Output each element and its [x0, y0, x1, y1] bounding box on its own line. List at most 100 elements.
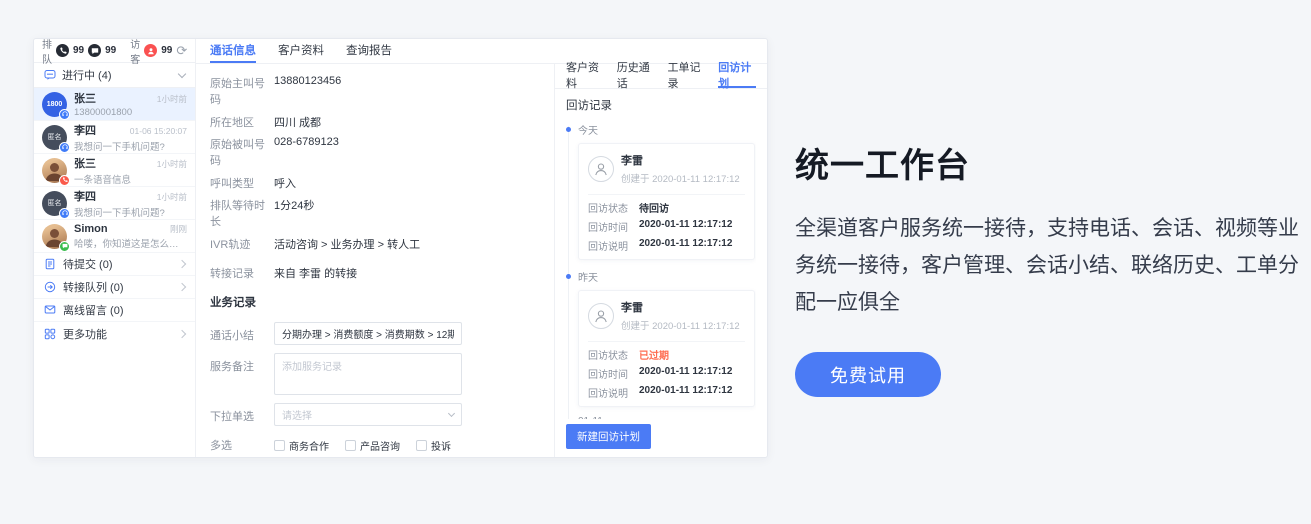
- conversation-time: 1小时前: [157, 158, 187, 170]
- headset-badge-icon: [59, 142, 70, 153]
- bubble-icon: [44, 69, 56, 81]
- refresh-icon[interactable]: ⟳: [176, 44, 187, 57]
- conversation-time: 01-06 15:20:07: [130, 126, 187, 136]
- field-label: 转接记录: [210, 265, 274, 281]
- conversation-snippet: 13800001800: [74, 107, 187, 118]
- tab-query-report[interactable]: 查询报告: [346, 39, 392, 63]
- tab-call-history[interactable]: 历史通话: [617, 64, 655, 88]
- single-select-dropdown[interactable]: 请选择: [274, 403, 462, 426]
- tab-customer-profile[interactable]: 客户资料: [278, 39, 324, 63]
- hero-section: 统一工作台 全渠道客户服务统一接待，支持电话、会话、视频等业务统一接待，客户管理…: [795, 138, 1307, 397]
- sidebar-item-transfer-queue[interactable]: 转接队列 (0): [34, 276, 195, 299]
- visit-card: 李雷创建于 2020-01-11 12:17:12 回访状态已过期 回访时间20…: [578, 290, 755, 407]
- sidebar-item-pending-submit[interactable]: 待提交 (0): [34, 253, 195, 276]
- free-trial-button[interactable]: 免费试用: [795, 352, 941, 397]
- visit-status-label: 回访状态: [588, 347, 632, 362]
- timeline-date: 昨天: [578, 269, 598, 284]
- visit-card: 李雷创建于 2020-01-11 12:17:12 回访状态待回访 回访时间20…: [578, 143, 755, 260]
- transfer-icon: [44, 281, 56, 293]
- section-title-business-record: 业务记录: [210, 294, 540, 310]
- visit-records-title: 回访记录: [566, 97, 756, 113]
- contact-name: 李四: [74, 188, 96, 204]
- field-label: 原始主叫号码: [210, 75, 274, 107]
- avatar: [42, 158, 67, 183]
- field-label: 排队等待时长: [210, 197, 274, 229]
- conversation-item[interactable]: 1800 张三 1小时前 13800001800: [34, 88, 195, 121]
- call-info-form: 原始主叫号码13880123456 所在地区四川 成都 原始被叫号码028-67…: [196, 64, 554, 457]
- sidebar-item-label: 转接队列 (0): [63, 279, 124, 295]
- sidebar-item-offline-messages[interactable]: 离线留言 (0): [34, 299, 195, 322]
- checkbox-business-cooperation[interactable]: 商务合作: [274, 438, 329, 453]
- contact-name: 李四: [74, 122, 96, 138]
- conversation-time: 刚刚: [170, 223, 187, 235]
- field-label: 原始被叫号码: [210, 136, 274, 168]
- call-summary-input[interactable]: [274, 322, 462, 345]
- chevron-down-icon: [178, 69, 186, 77]
- main-panel: 通话信息 客户资料 查询报告 原始主叫号码13880123456 所在地区四川 …: [196, 39, 767, 457]
- field-value: 来自 李雷 的转接: [274, 265, 357, 281]
- tab-customer-profile-sub[interactable]: 客户资料: [566, 64, 604, 88]
- field-label: 通话小结: [210, 322, 274, 343]
- visit-contact-name: 李雷: [621, 155, 643, 167]
- visit-timeline: 今天 李雷创建于 2020-01-11 12:17:12 回访状态待回访 回访时…: [566, 122, 756, 419]
- page-title: 统一工作台: [795, 138, 1307, 187]
- hero-description: 全渠道客户服务统一接待，支持电话、会话、视频等业务统一接待，客户管理、会话小结、…: [795, 210, 1307, 321]
- visit-created-time: 创建于 2020-01-11 12:17:12: [621, 174, 740, 185]
- timeline-date: 今天: [578, 122, 598, 137]
- tab-ticket-record[interactable]: 工单记录: [668, 64, 706, 88]
- field-value: 呼入: [274, 175, 296, 191]
- visit-time-value: 2020-01-11 12:17:12: [639, 366, 732, 381]
- section-in-progress[interactable]: 进行中 (4): [34, 63, 195, 88]
- field-value: 活动咨询 > 业务办理 > 转人工: [274, 236, 420, 252]
- checkbox-icon: [274, 440, 285, 451]
- visit-plan-panel: 客户资料 历史通话 工单记录 回访计划 回访记录 今天: [555, 64, 767, 457]
- conversation-time: 1小时前: [157, 191, 187, 203]
- chat-queue-count: 99: [105, 45, 116, 56]
- conversation-item[interactable]: Simon刚刚 哈喽，你知道这是怎么回事吗?: [34, 220, 195, 253]
- tab-call-info[interactable]: 通话信息: [210, 39, 256, 63]
- conversation-snippet: 一条语音信息: [74, 172, 187, 186]
- sidebar-item-label: 更多功能: [63, 326, 107, 342]
- contact-name: 张三: [74, 90, 96, 106]
- field-label: 呼叫类型: [210, 175, 274, 191]
- chat-badge-icon: [59, 241, 70, 252]
- tab-visit-plan[interactable]: 回访计划: [718, 64, 756, 88]
- avatar: 1800: [42, 92, 67, 117]
- visit-status-label: 回访状态: [588, 200, 632, 215]
- visitor-count: 99: [161, 45, 172, 56]
- queue-label: 排队: [42, 36, 52, 66]
- conversation-item[interactable]: 匿名 李四1小时前 我想问一下手机问题?: [34, 187, 195, 220]
- person-avatar-icon: [588, 156, 614, 182]
- conversation-time: 1小时前: [157, 93, 187, 105]
- checkbox-product-inquiry[interactable]: 产品咨询: [345, 438, 400, 453]
- sidebar: 排队 99 99 访客 99 ⟳ 进行中 (4) 1800: [34, 39, 196, 457]
- chevron-down-icon: [448, 409, 455, 416]
- avatar-text: 匿名: [48, 132, 62, 142]
- visit-desc-label: 回访说明: [588, 238, 632, 253]
- conversation-item[interactable]: 张三1小时前 一条语音信息: [34, 154, 195, 187]
- service-note-textarea[interactable]: [274, 353, 462, 395]
- visitor-icon: [144, 44, 157, 57]
- visit-created-time: 创建于 2020-01-11 12:17:12: [621, 321, 740, 332]
- headset-badge-icon: [59, 109, 70, 120]
- checkbox-icon: [416, 440, 427, 451]
- conversation-item[interactable]: 匿名 李四01-06 15:20:07 我想问一下手机问题?: [34, 121, 195, 154]
- field-label: 多选: [210, 434, 274, 453]
- field-label: IVR轨迹: [210, 236, 274, 252]
- document-icon: [44, 258, 56, 270]
- new-visit-plan-button[interactable]: 新建回访计划: [566, 424, 651, 449]
- chat-icon: [88, 44, 101, 57]
- checkbox-complaint[interactable]: 投诉: [416, 438, 451, 453]
- conversation-snippet: 哈喽，你知道这是怎么回事吗?: [74, 236, 187, 250]
- field-value: 1分24秒: [274, 197, 314, 229]
- avatar: [42, 224, 67, 249]
- visit-status-value: 待回访: [639, 200, 669, 215]
- timeline-dot: [566, 274, 571, 279]
- visit-tab-bar: 客户资料 历史通话 工单记录 回访计划: [555, 64, 767, 89]
- field-value: 四川 成都: [274, 114, 321, 130]
- avatar-text: 1800: [47, 101, 63, 108]
- sidebar-item-more-functions[interactable]: 更多功能: [34, 322, 195, 345]
- voice-badge-icon: [59, 175, 70, 186]
- timeline-dot: [566, 127, 571, 132]
- visit-time-value: 2020-01-11 12:17:12: [639, 219, 732, 234]
